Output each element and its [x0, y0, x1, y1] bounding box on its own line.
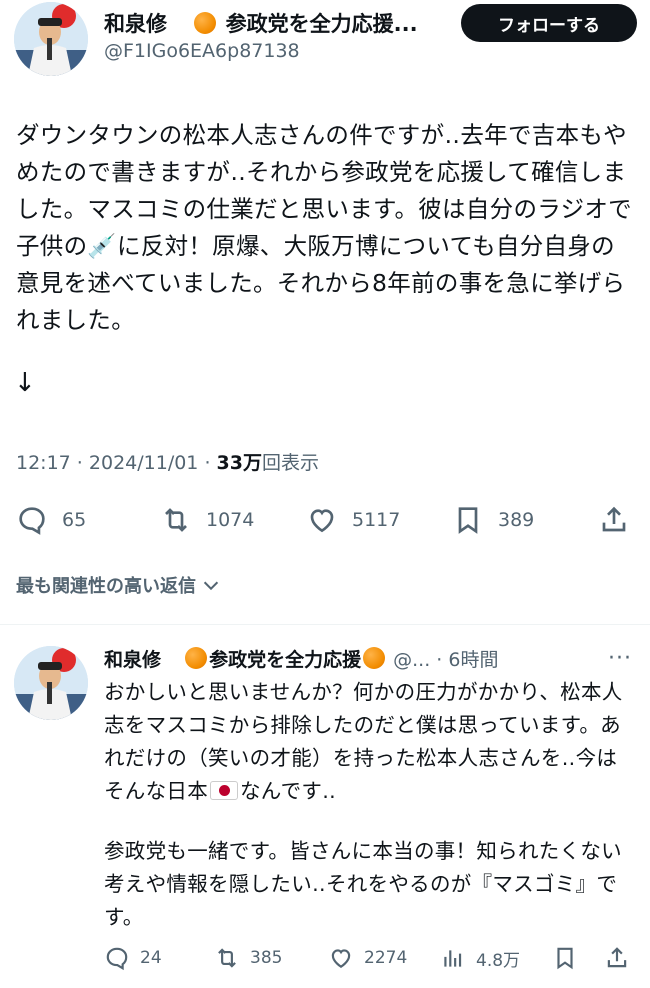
reply-time[interactable]: 6時間	[448, 649, 498, 671]
tweet-time[interactable]: 12:17	[16, 452, 71, 474]
reply-bookmark-button[interactable]	[552, 940, 578, 976]
reply-reply-button[interactable]: 24	[104, 940, 162, 976]
reply-sort-label[interactable]: 最も関連性の高い返信	[16, 572, 196, 598]
reply-views-count: 4.8万	[476, 950, 521, 971]
orange-circle-icon	[185, 647, 208, 669]
like-count: 5117	[352, 509, 401, 531]
tweet-actions: 65 1074 5117 389	[0, 500, 650, 540]
reply-text-2: 参政党も一緒です。皆さんに本当の事！知られたくない考えや情報を隠したい‥それをや…	[104, 839, 622, 929]
views-count: 33万	[216, 452, 262, 474]
views-label: 回表示	[261, 452, 319, 474]
retweet-button[interactable]: 1074	[160, 500, 254, 540]
bookmark-icon	[557, 947, 573, 970]
reply-text-part1-end: なんです‥	[240, 779, 337, 803]
reply-button[interactable]: 65	[16, 500, 86, 540]
tweet-text: ダウンタウンの松本人志さんの件ですが‥去年で吉本もやめたので書きますが‥それから…	[16, 117, 636, 339]
share-icon	[602, 506, 626, 532]
retweet-icon	[165, 508, 187, 532]
reply-icon	[106, 947, 128, 971]
divider	[0, 624, 650, 625]
tweet-date[interactable]: 2024/11/01	[89, 452, 199, 474]
author-name-text[interactable]: 和泉修	[104, 12, 167, 36]
reply-views-button[interactable]: 4.8万	[440, 940, 520, 976]
reply-author-name[interactable]: 和泉修	[104, 649, 161, 671]
share-button[interactable]	[598, 500, 630, 540]
reply-avatar[interactable]	[14, 646, 88, 720]
japan-flag-icon	[210, 781, 238, 800]
bookmark-button[interactable]: 389	[452, 500, 534, 540]
tweet-meta: 12:17 · 2024/11/01 · 33万回表示	[16, 452, 319, 474]
heart-icon	[310, 509, 334, 533]
reply-share-button[interactable]	[604, 940, 630, 976]
heart-icon	[331, 949, 351, 968]
more-options-icon[interactable]: ···	[608, 646, 632, 671]
author-handle[interactable]: @F1IGo6EA6p87138	[104, 40, 300, 62]
share-icon	[607, 947, 627, 968]
orange-circle-icon	[363, 647, 386, 669]
reply-icon	[19, 507, 45, 535]
retweet-count: 1074	[206, 509, 255, 531]
syringe-icon: 💉	[87, 232, 117, 260]
reply-retweet-count: 385	[250, 948, 283, 968]
retweet-icon	[218, 948, 236, 968]
reply-like-button[interactable]: 2274	[328, 940, 407, 976]
reply-handle[interactable]: @...	[393, 649, 430, 671]
reply-text: おかしいと思いませんか？何かの圧力がかかり、松本人志をマスコミから排除したのだと…	[104, 676, 634, 808]
reply-sort-selector[interactable]: 最も関連性の高い返信	[16, 572, 222, 598]
reply-actions: 24 385 2274 4.8万	[0, 940, 650, 976]
author-name-suffix[interactable]: 参政党を全力応援...	[226, 12, 418, 36]
like-button[interactable]: 5117	[306, 500, 400, 540]
bookmark-count: 389	[498, 509, 535, 531]
chevron-down-icon	[203, 581, 219, 591]
reply-count: 65	[62, 509, 87, 531]
reply-retweet-button[interactable]: 385	[214, 940, 282, 976]
reply-like-count: 2274	[364, 948, 408, 968]
bookmark-icon	[458, 507, 478, 534]
avatar[interactable]	[14, 2, 88, 76]
orange-circle-icon	[194, 12, 217, 34]
analytics-icon	[444, 950, 462, 967]
author-name[interactable]: 和泉修 参政党を全力応援...	[104, 8, 418, 38]
reply-author-suffix[interactable]: 参政党を全力応援	[209, 649, 361, 671]
down-arrow-text: ↓	[14, 368, 36, 398]
follow-button[interactable]: フォローする	[461, 4, 637, 42]
reply-reply-count: 24	[140, 948, 162, 968]
reply-header: 和泉修 参政党を全力応援 @... · 6時間	[104, 647, 499, 671]
reply-text-part1: おかしいと思いませんか？何かの圧力がかかり、松本人志をマスコミから排除したのだと…	[104, 680, 623, 803]
